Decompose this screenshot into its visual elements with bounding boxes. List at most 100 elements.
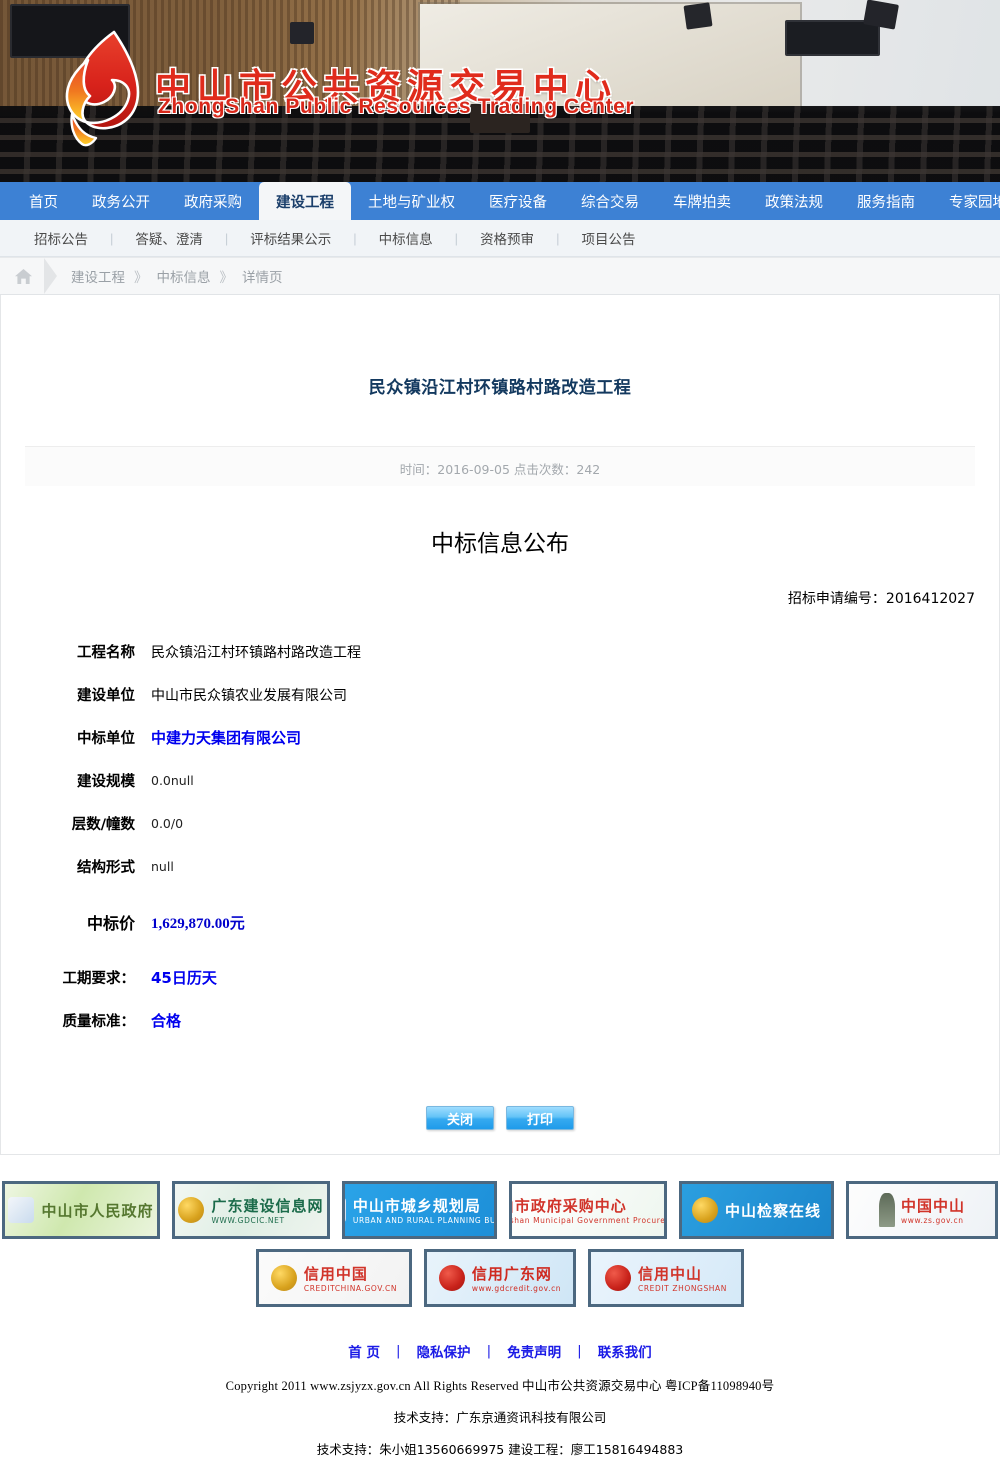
partner-logo-text: 中山市城乡规划局URBAN AND RURAL PLANNING BUREAU: [352, 1195, 497, 1225]
partner-logo-subtitle: Zhongshan Municipal Government Procureme…: [509, 1216, 666, 1225]
partner-logo-title: 信用中国: [303, 1265, 368, 1283]
breadcrumb-item-0[interactable]: 建设工程: [71, 266, 125, 286]
footer-link-3[interactable]: 联系我们: [598, 1341, 652, 1361]
footer-link-2[interactable]: 免责声明: [507, 1341, 561, 1361]
mainnav-item-9[interactable]: 服务指南: [840, 182, 932, 220]
sub-navigation: 招标公告 | 答疑、澄清 | 评标结果公示 | 中标信息 | 资格预审 | 项目公告: [0, 220, 1000, 257]
detail-row: 结构形式 null: [1, 845, 361, 888]
breadcrumb-list: 建设工程》中标信息》详情页: [71, 266, 283, 286]
partner-logo-title: 信用中山: [638, 1265, 703, 1283]
footer-link-separator: |: [577, 1343, 582, 1359]
partner-logo-credit-guangdong[interactable]: 信用广东网 www.gdcredit.gov.cn: [424, 1249, 576, 1307]
partner-logo-text: 中山检察在线: [725, 1200, 821, 1221]
detail-label-2: 中标单位: [77, 731, 135, 747]
detail-value-1: 中山市民众镇农业发展有限公司: [151, 687, 347, 704]
ceiling-speaker-a-icon: [683, 1, 713, 29]
partner-logo-text: 中山市人民政府: [41, 1200, 153, 1221]
mainnav-item-1[interactable]: 政务公开: [75, 182, 167, 220]
partner-logo-credit-china[interactable]: 信用中国 CREDITCHINA.GOV.CN: [256, 1249, 412, 1307]
partner-logo-zhongshan-scenery-banner[interactable]: 中山市人民政府: [2, 1181, 160, 1239]
article-meta: 时间：2016-09-05 点击次数：242: [25, 446, 975, 486]
partner-logo-subtitle: WWW.GDCIC.NET: [211, 1216, 285, 1225]
detail-value-6: 1,629,870.00元: [151, 915, 245, 932]
detail-value-3: 0.0null: [151, 773, 194, 788]
page-title: 民众镇沿江村环镇路村路改造工程: [368, 378, 632, 398]
partner-logo-title: 中山市人民政府: [41, 1201, 154, 1220]
sun-yat-sen-statue-icon: [878, 1193, 895, 1227]
mainnav-item-0[interactable]: 首页: [12, 182, 75, 220]
partner-logo-text: 信用广东网 www.gdcredit.gov.cn: [472, 1263, 561, 1293]
breadcrumb-item-1[interactable]: 中标信息: [157, 266, 211, 286]
partner-logo-zhongshan-procuratorate-online[interactable]: 中山检察在线: [679, 1181, 834, 1239]
detail-row: 工期要求： 45日历天: [1, 945, 361, 999]
site-footer: 首 页 | 隐私保护 | 免责声明 | 联系我们 Copyright 2011 www.zs…: [0, 1323, 1000, 1484]
breadcrumb-item-2[interactable]: 详情页: [242, 266, 283, 286]
publication-heading: 中标信息公布: [431, 531, 569, 557]
footer-link-separator: |: [396, 1343, 401, 1359]
planning-bureau-emblem-icon: [345, 1197, 346, 1223]
footer-link-list: 首 页 | 隐私保护 | 免责声明 | 联系我们: [0, 1341, 1000, 1361]
partner-logo-china-zhongshan-gov[interactable]: 中国中山 www.zs.gov.cn: [846, 1181, 998, 1239]
breadcrumb: 建设工程》中标信息》详情页: [0, 257, 1000, 295]
partner-logo-text: 信用中国 CREDITCHINA.GOV.CN: [304, 1263, 397, 1293]
tech-support-line-1: 技术支持：广东京通资讯科技有限公司: [393, 1410, 607, 1425]
breadcrumb-home-button[interactable]: [0, 258, 46, 294]
partner-logo-row-2: 信用中国 CREDITCHINA.GOV.CN 信用广东网 www.gdcredit.…: [0, 1249, 1000, 1307]
footer-link-0[interactable]: 首 页: [348, 1341, 380, 1361]
detail-label-1: 建设单位: [77, 688, 135, 704]
partner-logo-credit-zhongshan[interactable]: 信用中山 CREDIT ZHONGSHAN: [588, 1249, 744, 1307]
partner-logo-zhongshan-urban-rural-planning-bureau[interactable]: 中山市城乡规划局URBAN AND RURAL PLANNING BUREAU: [342, 1181, 497, 1239]
detail-label-6: 中标价: [86, 914, 135, 933]
detail-row: 建设单位 中山市民众镇农业发展有限公司: [1, 673, 361, 716]
mainnav-item-6[interactable]: 综合交易: [564, 182, 656, 220]
home-icon: [14, 268, 32, 284]
footer-link-separator: |: [486, 1343, 492, 1359]
procuratorate-emblem-icon: [691, 1197, 718, 1223]
detail-row: 工程名称 民众镇沿江村环镇路村路改造工程: [1, 630, 361, 673]
partner-logo-title: 中国中山: [900, 1197, 965, 1215]
detail-label-3: 建设规模: [77, 774, 135, 790]
mainnav-item-8[interactable]: 政策法规: [748, 182, 840, 220]
partner-links-section: 中山市人民政府 广东建设信息网 WWW.GDCIC.NET 中山市城乡规划局 URBAN…: [0, 1155, 1000, 1323]
detail-row: 建设规模 0.0null: [1, 759, 361, 802]
subnav-item-5[interactable]: 项目公告: [559, 228, 657, 248]
mainnav-item-3[interactable]: 建设工程: [259, 182, 351, 220]
detail-label-8: 质量标准：: [62, 1014, 136, 1030]
partner-logo-guangdong-construction-info-net[interactable]: 广东建设信息网 WWW.GDCIC.NET: [172, 1181, 330, 1239]
site-header-banner: 中山市公共资源交易中心 ZhongShan Public Resources T…: [0, 0, 1000, 182]
partner-logo-subtitle: www.gdcredit.gov.cn: [471, 1284, 562, 1293]
action-button-bar: 关闭 打印: [1, 1106, 999, 1130]
detail-label-5: 结构形式: [77, 860, 135, 876]
partner-logo-text: 信用中山 CREDIT ZHONGSHAN: [638, 1263, 727, 1293]
subnav-item-3[interactable]: 中标信息: [357, 228, 455, 248]
detail-row: 中标价 1,629,870.00元: [1, 888, 361, 945]
partner-logo-row-1: 中山市人民政府 广东建设信息网 WWW.GDCIC.NET 中山市城乡规划局 URBAN…: [0, 1181, 1000, 1239]
partner-logo-title: 中山检察在线: [724, 1201, 821, 1220]
subnav-item-2[interactable]: 评标结果公示: [228, 228, 353, 248]
mainnav-item-4[interactable]: 土地与矿业权: [351, 182, 472, 220]
close-button[interactable]: 关闭: [426, 1106, 494, 1130]
partner-logo-zhongshan-government-procurement-center[interactable]: 中山市政府采购中心Zhongshan Municipal Government …: [509, 1181, 667, 1239]
mainnav-item-5[interactable]: 医疗设备: [472, 182, 564, 220]
flame-logo-icon: [65, 30, 140, 147]
detail-row: 质量标准： 合格: [1, 999, 361, 1042]
site-title-en: ZhongShan Public Resources Trading Cente…: [158, 95, 635, 118]
footer-link-1[interactable]: 隐私保护: [417, 1341, 471, 1361]
detail-row: 中标单位 中建力天集团有限公司: [1, 716, 361, 759]
subnav-item-0[interactable]: 招标公告: [12, 228, 110, 248]
article-card: 民众镇沿江村环镇路村路改造工程 时间：2016-09-05 点击次数：242 中…: [0, 295, 1000, 1155]
detail-label-0: 工程名称: [77, 645, 135, 661]
detail-value-0: 民众镇沿江村环镇路村路改造工程: [151, 644, 361, 661]
partner-logo-subtitle: www.zs.gov.cn: [900, 1216, 964, 1225]
detail-value-4: 0.0/0: [151, 816, 184, 831]
partner-logo-subtitle: URBAN AND RURAL PLANNING BUREAU: [352, 1216, 497, 1225]
detail-value-5: null: [151, 859, 174, 874]
mainnav-item-2[interactable]: 政府采购: [167, 182, 259, 220]
print-button[interactable]: 打印: [506, 1106, 574, 1130]
partner-mark-icon: [8, 1197, 35, 1223]
wall-monitor-right-icon: [785, 20, 880, 57]
mainnav-item-7[interactable]: 车牌拍卖: [656, 182, 748, 220]
subnav-item-1[interactable]: 答疑、澄清: [113, 228, 225, 248]
subnav-item-4[interactable]: 资格预审: [458, 228, 556, 248]
mainnav-item-10[interactable]: 专家园地: [932, 182, 1000, 220]
